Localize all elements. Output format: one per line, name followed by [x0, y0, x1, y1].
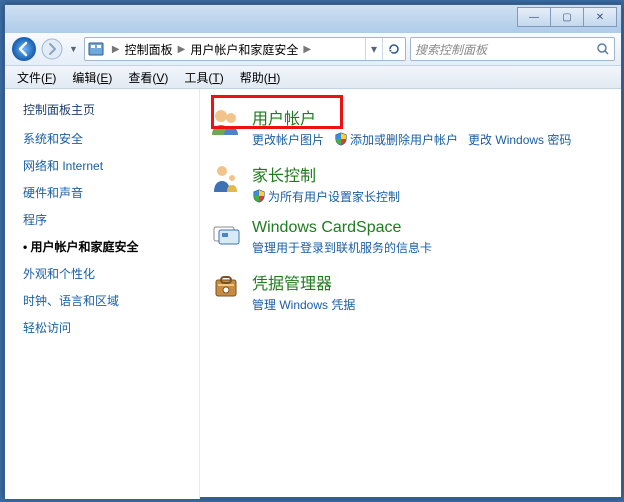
sidebar-item[interactable]: 外观和个性化	[17, 261, 187, 286]
chevron-right-icon: ▶	[111, 44, 121, 55]
control-panel-icon	[87, 40, 105, 58]
category-links: 管理用于登录到联机服务的信息卡	[252, 239, 611, 256]
menu-bar: 文件(F)编辑(E)查看(V)工具(T)帮助(H)	[5, 66, 621, 89]
category-links: 更改帐户图片添加或删除用户帐户更改 Windows 密码	[252, 131, 611, 148]
sidebar-item[interactable]: 时钟、语言和区域	[17, 288, 187, 313]
sidebar-item[interactable]: 用户帐户和家庭安全	[17, 234, 187, 259]
menu-t[interactable]: 工具(T)	[176, 67, 231, 88]
task-link[interactable]: 为所有用户设置家长控制	[252, 188, 400, 205]
task-link[interactable]: 添加或删除用户帐户	[334, 131, 458, 148]
task-link[interactable]: 更改 Windows 密码	[468, 131, 571, 148]
category-links: 为所有用户设置家长控制	[252, 188, 611, 205]
maximize-button[interactable]: ▢	[551, 7, 584, 27]
forward-button[interactable]	[41, 38, 63, 60]
address-dropdown[interactable]: ▾	[365, 38, 382, 60]
control-panel-window: — ▢ ✕ ▼ ▶ 控制面板	[4, 4, 622, 498]
refresh-icon	[387, 42, 401, 56]
parental-icon	[210, 162, 242, 194]
category-title[interactable]: Windows CardSpace	[252, 219, 611, 237]
refresh-button[interactable]	[382, 38, 405, 60]
menu-e[interactable]: 编辑(E)	[64, 67, 120, 88]
chevron-right-icon: ▶	[302, 44, 312, 55]
sidebar-item[interactable]: 网络和 Internet	[17, 153, 187, 178]
content-pane: 用户帐户更改帐户图片添加或删除用户帐户更改 Windows 密码家长控制为所有用…	[200, 89, 621, 499]
nav-history-dropdown[interactable]: ▼	[69, 44, 78, 54]
breadcrumb-item[interactable]: 用户帐户和家庭安全	[186, 41, 302, 58]
category-user-accounts: 用户帐户更改帐户图片添加或删除用户帐户更改 Windows 密码	[210, 105, 611, 148]
menu-f[interactable]: 文件(F)	[9, 67, 64, 88]
back-button[interactable]	[11, 36, 37, 62]
task-link[interactable]: 更改帐户图片	[252, 131, 324, 148]
sidebar-item[interactable]: 轻松访问	[17, 315, 187, 340]
forward-arrow-icon	[41, 38, 63, 60]
sidebar-header[interactable]: 控制面板主页	[23, 101, 187, 118]
category-title[interactable]: 用户帐户	[252, 105, 611, 129]
cardspace-icon	[210, 219, 242, 251]
task-link[interactable]: 管理 Windows 凭据	[252, 296, 355, 313]
user-accounts-icon	[210, 105, 242, 137]
category-title[interactable]: 家长控制	[252, 162, 611, 186]
category-links: 管理 Windows 凭据	[252, 296, 611, 313]
menu-v[interactable]: 查看(V)	[120, 67, 176, 88]
sidebar-item[interactable]: 系统和安全	[17, 126, 187, 151]
breadcrumb: ▶ 控制面板 ▶ 用户帐户和家庭安全 ▶	[107, 41, 365, 58]
title-bar[interactable]: — ▢ ✕	[5, 5, 621, 33]
category-credentials: 凭据管理器管理 Windows 凭据	[210, 270, 611, 313]
search-input[interactable]: 搜索控制面板	[410, 37, 615, 61]
category-title[interactable]: 凭据管理器	[252, 270, 611, 294]
task-link[interactable]: 管理用于登录到联机服务的信息卡	[252, 239, 432, 256]
nav-toolbar: ▼ ▶ 控制面板 ▶ 用户帐户和家庭安全 ▶ ▾ 搜索控制面板	[5, 33, 621, 66]
sidebar-item[interactable]: 程序	[17, 207, 187, 232]
breadcrumb-item[interactable]: 控制面板	[121, 41, 177, 58]
category-parental: 家长控制为所有用户设置家长控制	[210, 162, 611, 205]
category-cardspace: Windows CardSpace 管理用于登录到联机服务的信息卡	[210, 219, 611, 256]
close-button[interactable]: ✕	[584, 7, 617, 27]
chevron-right-icon: ▶	[177, 44, 187, 55]
sidebar-item[interactable]: 硬件和声音	[17, 180, 187, 205]
sidebar: 控制面板主页 系统和安全网络和 Internet硬件和声音程序用户帐户和家庭安全…	[5, 89, 200, 499]
minimize-button[interactable]: —	[517, 7, 551, 27]
menu-h[interactable]: 帮助(H)	[232, 67, 289, 88]
credentials-icon	[210, 270, 242, 302]
search-placeholder: 搜索控制面板	[415, 41, 487, 58]
back-arrow-icon	[11, 36, 37, 62]
search-icon	[596, 42, 610, 56]
window-controls: — ▢ ✕	[517, 7, 617, 27]
address-bar[interactable]: ▶ 控制面板 ▶ 用户帐户和家庭安全 ▶ ▾	[84, 37, 406, 61]
